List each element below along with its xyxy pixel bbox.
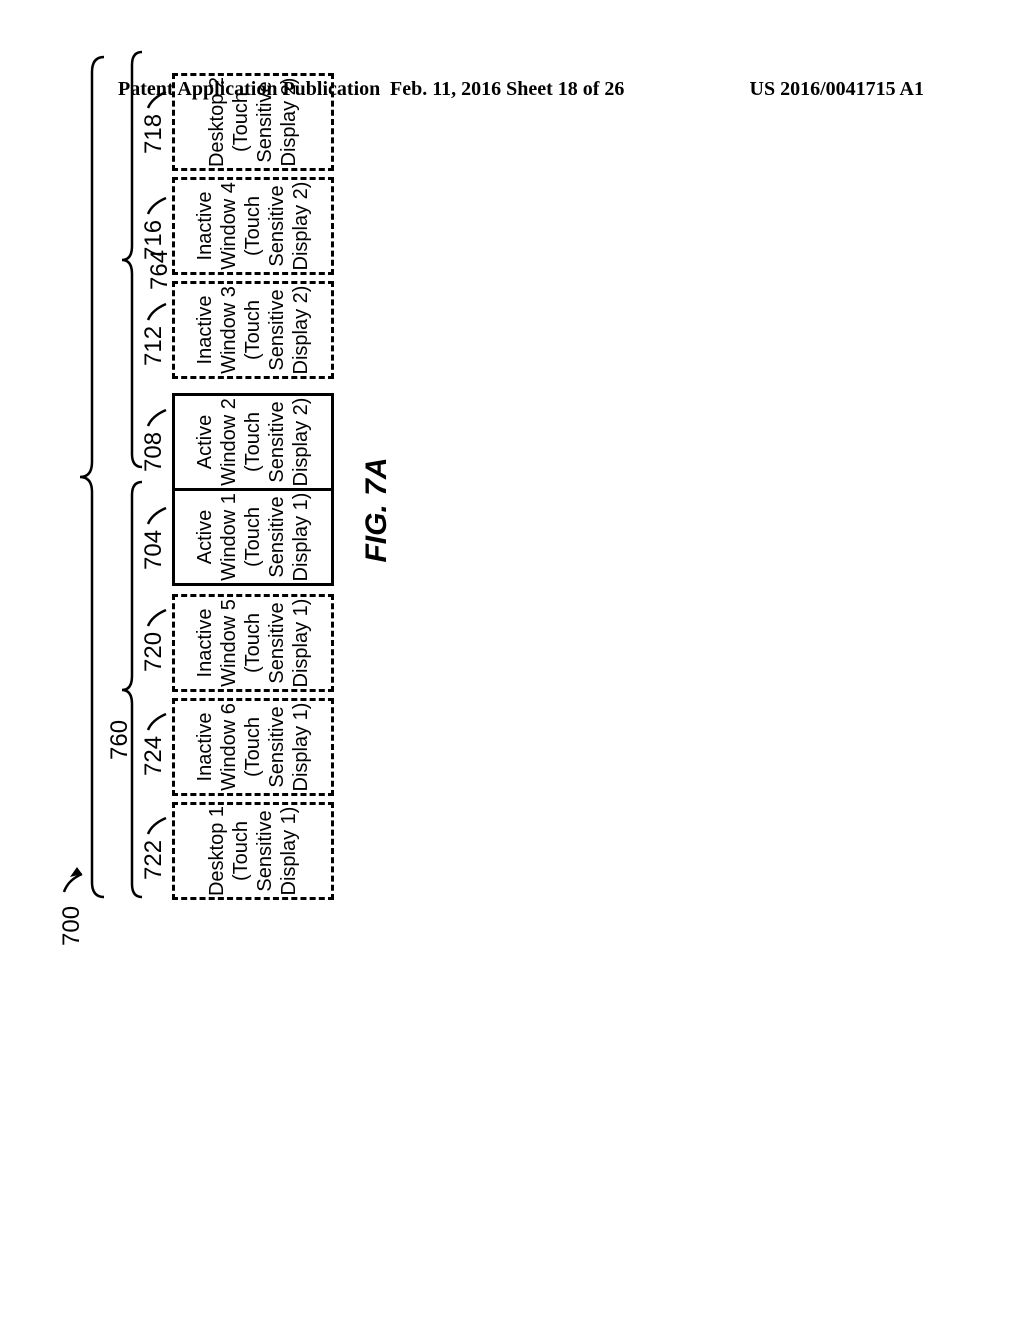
leader-icon bbox=[144, 600, 172, 628]
card-text: Desktop 1(TouchSensitiveDisplay 1) bbox=[205, 806, 301, 896]
header-right: US 2016/0041715 A1 bbox=[750, 78, 924, 101]
header-center: Feb. 11, 2016 Sheet 18 of 26 bbox=[390, 78, 624, 101]
ref-722-text: 722 bbox=[140, 840, 167, 880]
leader-icon bbox=[144, 294, 172, 322]
leader-icon bbox=[144, 498, 172, 526]
leader-icon bbox=[144, 82, 172, 110]
figure-7a: 700 760 764 722 724 720 704 bbox=[70, 280, 930, 940]
card-text: InactiveWindow 4(TouchSensitiveDisplay 2… bbox=[193, 182, 313, 271]
card-text: Desktop 2(TouchSensitiveDisplay 2) bbox=[205, 77, 301, 167]
figure-label: FIG. 7A bbox=[360, 80, 394, 940]
gap bbox=[172, 385, 334, 393]
arrow-icon bbox=[58, 858, 88, 898]
card-text: InactiveWindow 6(TouchSensitiveDisplay 1… bbox=[193, 703, 313, 792]
gap bbox=[172, 586, 334, 594]
card-inactive-window-3: InactiveWindow 3(TouchSensitiveDisplay 2… bbox=[172, 281, 334, 379]
ref-712: 712 bbox=[140, 326, 168, 366]
leader-icon bbox=[144, 188, 172, 216]
card-inactive-window-6: InactiveWindow 6(TouchSensitiveDisplay 1… bbox=[172, 698, 334, 796]
card-text: InactiveWindow 5(TouchSensitiveDisplay 1… bbox=[193, 599, 313, 688]
card-inactive-window-5: InactiveWindow 5(TouchSensitiveDisplay 1… bbox=[172, 594, 334, 692]
leader-icon bbox=[144, 704, 172, 732]
ref-708: 708 bbox=[140, 432, 168, 472]
card-text: InactiveWindow 3(TouchSensitiveDisplay 2… bbox=[193, 286, 313, 375]
ref-712-text: 712 bbox=[140, 326, 167, 366]
patent-page: Patent Application Publication Feb. 11, … bbox=[0, 0, 1024, 1320]
ref-704: 704 bbox=[140, 530, 168, 570]
ref-760: 760 bbox=[106, 720, 134, 760]
card-inactive-window-4: InactiveWindow 4(TouchSensitiveDisplay 2… bbox=[172, 177, 334, 275]
leader-icon bbox=[144, 808, 172, 836]
ref-718-text: 718 bbox=[140, 114, 167, 154]
card-text: ActiveWindow 1(TouchSensitiveDisplay 1) bbox=[193, 493, 313, 582]
card-active-window-1: ActiveWindow 1(TouchSensitiveDisplay 1) bbox=[172, 488, 334, 586]
leader-icon bbox=[144, 400, 172, 428]
ref-724: 724 bbox=[140, 736, 168, 776]
ref-718: 718 bbox=[140, 114, 168, 154]
ref-700-text: 700 bbox=[58, 906, 85, 946]
ref-708-text: 708 bbox=[140, 432, 167, 472]
card-desktop-1: Desktop 1(TouchSensitiveDisplay 1) bbox=[172, 802, 334, 900]
card-active-window-2: ActiveWindow 2(TouchSensitiveDisplay 2) bbox=[172, 393, 334, 491]
card-text: ActiveWindow 2(TouchSensitiveDisplay 2) bbox=[193, 398, 313, 487]
ref-716: 716 bbox=[140, 220, 168, 260]
card-desktop-2: Desktop 2(TouchSensitiveDisplay 2) bbox=[172, 73, 334, 171]
brace-main bbox=[76, 52, 106, 902]
ref-716-text: 716 bbox=[140, 220, 167, 260]
ref-700: 700 bbox=[58, 906, 86, 946]
ref-720-text: 720 bbox=[140, 632, 167, 672]
ref-724-text: 724 bbox=[140, 736, 167, 776]
ref-722: 722 bbox=[140, 840, 168, 880]
active-windows: ActiveWindow 1(TouchSensitiveDisplay 1) … bbox=[172, 393, 334, 586]
window-stack: Desktop 1(TouchSensitiveDisplay 1) Inact… bbox=[172, 73, 334, 900]
ref-720: 720 bbox=[140, 632, 168, 672]
ref-704-text: 704 bbox=[140, 530, 167, 570]
